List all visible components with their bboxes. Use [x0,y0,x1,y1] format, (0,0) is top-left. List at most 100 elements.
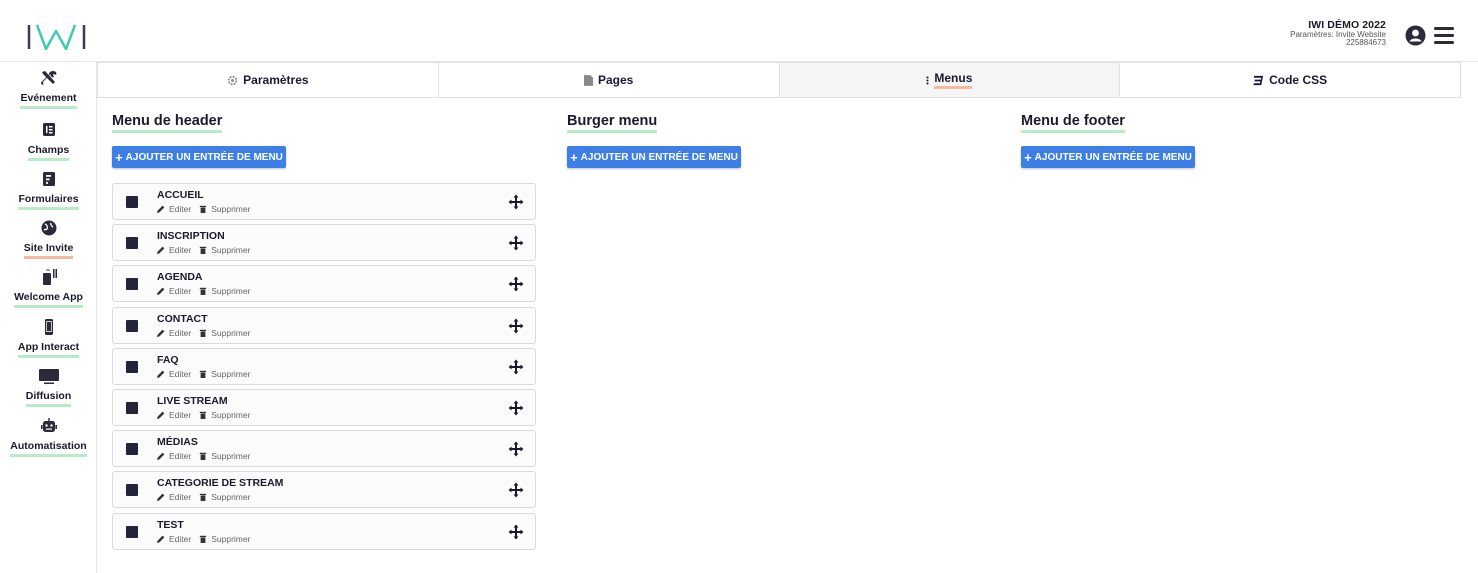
menu-entry-actions: Editer Supprimer [157,204,258,214]
drag-handle-icon[interactable] [508,482,524,498]
menu-entry-actions: Editer Supprimer [157,245,258,255]
delete-label: Supprimer [211,409,251,420]
delete-label: Supprimer [211,368,251,379]
user-account-icon[interactable] [1405,25,1426,46]
sidebar-item-site-invite[interactable]: Site Invite [0,218,97,259]
edit-link[interactable]: Editer [157,328,191,338]
edit-label: Editer [169,492,192,503]
tab-menus[interactable]: Menus [778,63,1120,97]
edit-link[interactable]: Editer [157,534,191,544]
trash-icon [200,452,207,461]
menu-entry-name: CATEGORIE DE STREAM [157,477,284,490]
drag-handle-icon[interactable] [508,235,524,251]
menu-entry-name: ACCUEIL [157,189,204,201]
iwi-logo[interactable] [26,24,88,50]
delete-label: Supprimer [211,286,251,297]
add-button-label: AJOUTER UN ENTRÉE DE MENU [580,151,738,163]
sidebar-item-app-interact[interactable]: App Interact [0,317,97,358]
delete-link[interactable]: Supprimer [199,328,250,338]
add-button-label: AJOUTER UN ENTRÉE DE MENU [1034,151,1192,163]
edit-link[interactable]: Editer [157,245,191,255]
menu-dots-icon [926,75,929,85]
delete-link[interactable]: Supprimer [199,410,250,420]
globe-icon [41,220,56,236]
menu-entry-name: TEST [157,518,184,531]
edit-label: Editer [169,368,192,379]
sidebar-item-champs[interactable]: Champs [0,120,97,161]
edit-label: Editer [169,451,192,462]
welcome-app-icon [42,269,57,285]
tab-pages[interactable]: Pages [437,63,779,97]
edit-link[interactable]: Editer [157,492,191,502]
menu-entry-checkbox[interactable] [126,484,138,497]
event-info: IWI DÉMO 2022 Paramètres: Invite Website… [1290,19,1386,48]
menu-entry-checkbox[interactable] [126,237,138,250]
menu-entry-checkbox[interactable] [126,319,138,332]
header-menu-list: ACCUEIL Editer Supprimer INSCRIPTION Edi… [112,183,536,554]
edit-link[interactable]: Editer [157,204,191,214]
page-icon [583,74,593,86]
menu-entry-checkbox[interactable] [126,360,138,373]
burger-menu-column: Burger menu + AJOUTER UN ENTRÉE DE MENU [567,112,741,168]
hamburger-menu-icon[interactable] [1434,27,1454,44]
sidebar-item-evenement[interactable]: Evénement [0,68,97,109]
plus-icon: + [1024,149,1032,165]
add-footer-menu-entry-button[interactable]: + AJOUTER UN ENTRÉE DE MENU [1021,146,1195,168]
menu-entry-actions: Editer Supprimer [157,492,258,502]
trash-icon [200,411,207,419]
sidebar-item-label: Formulaires [18,193,79,210]
edit-link[interactable]: Editer [157,286,191,296]
sidebar-item-diffusion[interactable]: Diffusion [0,366,97,407]
drag-handle-icon[interactable] [508,276,524,292]
edit-link[interactable]: Editer [157,369,191,379]
add-button-label: AJOUTER UN ENTRÉE DE MENU [125,151,283,163]
menu-entry-row: INSCRIPTION Editer Supprimer [112,224,536,262]
drag-handle-icon[interactable] [508,318,524,334]
delete-link[interactable]: Supprimer [199,245,250,255]
delete-link[interactable]: Supprimer [199,492,250,502]
sidebar-item-formulaires[interactable]: Formulaires [0,169,97,210]
robot-icon [40,418,57,432]
menu-entry-actions: Editer Supprimer [157,410,258,420]
edit-link[interactable]: Editer [157,410,191,420]
monitor-icon [38,369,59,384]
drag-handle-icon[interactable] [508,524,524,540]
tab-parametres[interactable]: Paramètres [97,63,438,97]
drag-handle-icon[interactable] [508,194,524,210]
menu-entry-checkbox[interactable] [126,525,138,538]
pencil-icon [157,493,165,502]
add-header-menu-entry-button[interactable]: + AJOUTER UN ENTRÉE DE MENU [112,146,286,168]
delete-link[interactable]: Supprimer [199,286,250,296]
edit-label: Editer [169,245,192,256]
menu-entry-row: MÉDIAS Editer Supprimer [112,430,536,468]
menu-entry-name: MÉDIAS [157,436,198,449]
drag-handle-icon[interactable] [508,359,524,375]
delete-link[interactable]: Supprimer [199,451,250,461]
menu-entry-name: FAQ [157,353,179,366]
add-burger-menu-entry-button[interactable]: + AJOUTER UN ENTRÉE DE MENU [567,146,741,168]
menu-entry-row: CATEGORIE DE STREAM Editer Supprimer [112,471,536,509]
drag-handle-icon[interactable] [508,400,524,416]
delete-link[interactable]: Supprimer [199,204,250,214]
menu-entry-checkbox[interactable] [126,443,138,456]
edit-label: Editer [169,533,192,544]
menu-entry-checkbox[interactable] [126,278,138,291]
trash-icon [200,329,207,337]
sidebar-item-label: Evénement [20,92,77,109]
delete-label: Supprimer [211,492,251,503]
menu-entry-row: AGENDA Editer Supprimer [112,265,536,303]
edit-link[interactable]: Editer [157,451,191,461]
pencil-icon [157,246,165,255]
sidebar-item-automatisation[interactable]: Automatisation [0,416,97,457]
tab-code-css[interactable]: Code CSS [1119,63,1460,97]
menu-entry-name: CONTACT [157,312,208,325]
menu-entry-checkbox[interactable] [126,196,138,208]
delete-link[interactable]: Supprimer [199,534,250,544]
drag-handle-icon[interactable] [508,441,524,457]
menu-entry-actions: Editer Supprimer [157,369,258,379]
trash-icon [200,246,207,255]
menu-entry-checkbox[interactable] [126,401,138,414]
delete-link[interactable]: Supprimer [199,369,250,379]
fields-icon [42,123,55,136]
sidebar-item-welcome-app[interactable]: Welcome App [0,267,97,308]
